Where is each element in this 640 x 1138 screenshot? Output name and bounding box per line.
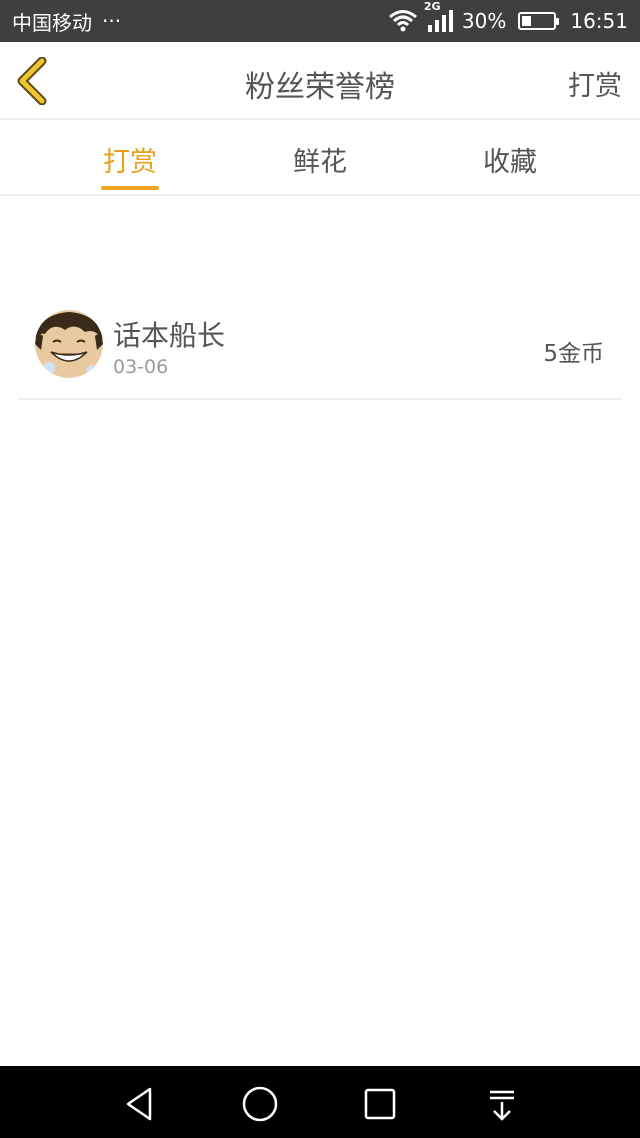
active-tab-indicator — [101, 186, 159, 190]
system-recents-button[interactable] — [360, 1084, 400, 1124]
tab-bar: 打赏 鲜花 收藏 — [0, 120, 640, 196]
reward-amount: 5金币 — [543, 341, 604, 367]
battery-percent: 30% — [461, 9, 507, 33]
user-name: 话本船长 — [113, 319, 226, 352]
status-right: 2G 30% 16:51 — [388, 0, 628, 33]
more-notifications-dots: ··· — [102, 9, 122, 33]
carrier-name: 中国移动 — [12, 10, 92, 35]
tab-flowers[interactable]: 鲜花 — [260, 140, 380, 179]
header: 粉丝荣誉榜 打赏 — [0, 42, 640, 120]
circle-home-icon — [242, 1086, 278, 1122]
square-recents-icon — [364, 1088, 396, 1120]
system-back-button[interactable] — [120, 1084, 160, 1124]
system-nav-bar — [0, 1066, 640, 1138]
system-home-button[interactable] — [240, 1084, 280, 1124]
page-title: 粉丝荣誉榜 — [245, 70, 395, 105]
wifi-icon — [388, 9, 418, 33]
clock: 16:51 — [570, 9, 628, 33]
status-bar: 中国移动 ··· 2G 30% 16:51 — [0, 0, 640, 42]
reward-button[interactable]: 打赏 — [568, 64, 622, 103]
avatar — [35, 310, 103, 378]
tab-favorites[interactable]: 收藏 — [450, 140, 570, 179]
battery-fill — [522, 16, 532, 26]
battery-icon — [518, 12, 560, 30]
network-type: 2G — [423, 0, 441, 13]
triangle-back-icon — [126, 1087, 152, 1121]
pull-down-icon — [490, 1090, 514, 1121]
signal-icon: 2G — [424, 0, 454, 33]
status-left: 中国移动 ··· — [12, 7, 121, 36]
notification-pulldown-button[interactable] — [482, 1084, 522, 1124]
tab-reward[interactable]: 打赏 — [70, 140, 190, 179]
reward-date: 03-06 — [113, 356, 169, 378]
list-item[interactable]: 话本船长 03-06 5金币 — [18, 300, 622, 400]
